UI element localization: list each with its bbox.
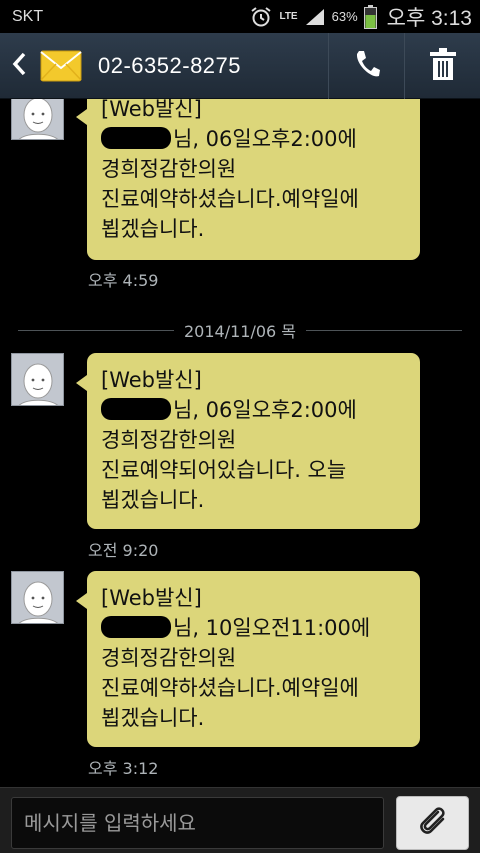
message-input[interactable] [11,797,384,849]
message-bubble[interactable]: [Web발신] 님, 10일오전11:00에 경희정감한의원 진료예약하셨습니다… [76,571,420,747]
header-actions [328,32,480,99]
envelope-icon [40,50,82,82]
contact-number: 02-6352-8275 [98,52,242,78]
message-line: 님, 10일오전11:00에 [173,616,371,640]
message-line: [Web발신] [101,586,202,610]
signal-icon [304,7,326,27]
avatar[interactable] [11,99,64,140]
conversation-header: 02-6352-8275 [0,32,480,99]
status-clock: 오후 3:13 [386,6,472,30]
message-line: 뵙겠습니다. [101,706,205,730]
message-line-with-redaction: 님, 06일오후2:00에 [101,395,410,425]
composer-bar [0,787,480,853]
date-divider-label: 2014/11/06 목 [183,322,297,341]
message-bubble[interactable]: [Web발신] 님, 06일오후2:00에 경희정감한의원 진료예약하셨습니다.… [76,99,420,260]
message-line: 경희정감한의원 [101,157,237,181]
redacted-name [101,616,171,638]
message-line: 경희정감한의원 [101,428,237,452]
message-line-with-redaction: 님, 10일오전11:00에 [101,613,410,643]
message-line: [Web발신] [101,99,202,121]
alarm-icon [249,5,273,29]
status-bar: SKT LTE 63% 오후 3:13 [0,0,480,33]
message-line: 진료예약하셨습니다.예약일에 [101,187,359,211]
message-line: [Web발신] [101,368,202,392]
divider-line [18,329,174,331]
message-line: 님, 06일오후2:00에 [173,398,357,422]
message-bubble[interactable]: [Web발신] 님, 06일오후2:00에 경희정감한의원 진료예약되어있습니다… [76,353,420,529]
message-line: 뵙겠습니다. [101,217,205,241]
message-line: 뵙겠습니다. [101,488,205,512]
divider-line [306,329,462,331]
avatar[interactable] [11,571,64,624]
status-icons: LTE 63% 오후 3:13 [249,2,472,32]
phone-icon [354,49,380,83]
carrier-label: SKT [12,7,44,25]
date-divider: 2014/11/06 목 [18,319,462,341]
message-time: 오전 9:20 [88,541,159,560]
call-button[interactable] [328,32,404,99]
message-line: 진료예약하셨습니다.예약일에 [101,676,359,700]
avatar[interactable] [11,353,64,406]
attach-button[interactable] [396,796,469,850]
battery-percent: 63% [331,9,358,24]
paperclip-icon [416,804,450,842]
back-icon [12,52,26,80]
delete-button[interactable] [404,32,480,99]
redacted-name [101,398,171,420]
trash-icon [429,47,456,84]
redacted-name [101,127,171,149]
message-time: 오후 4:59 [88,271,159,290]
message-line: 진료예약되어있습니다. 오늘 [101,458,347,482]
network-label: LTE [279,10,298,22]
lte-icon: LTE [279,10,298,22]
message-line: 경희정감한의원 [101,646,237,670]
message-time: 오후 3:12 [88,759,159,778]
battery-icon [363,4,377,29]
message-line: 님, 06일오후2:00에 [173,127,357,151]
message-list[interactable]: [Web발신] 님, 06일오후2:00에 경희정감한의원 진료예약하셨습니다.… [0,99,480,787]
message-line-with-redaction: 님, 06일오후2:00에 [101,124,410,154]
back-button[interactable] [0,33,38,99]
